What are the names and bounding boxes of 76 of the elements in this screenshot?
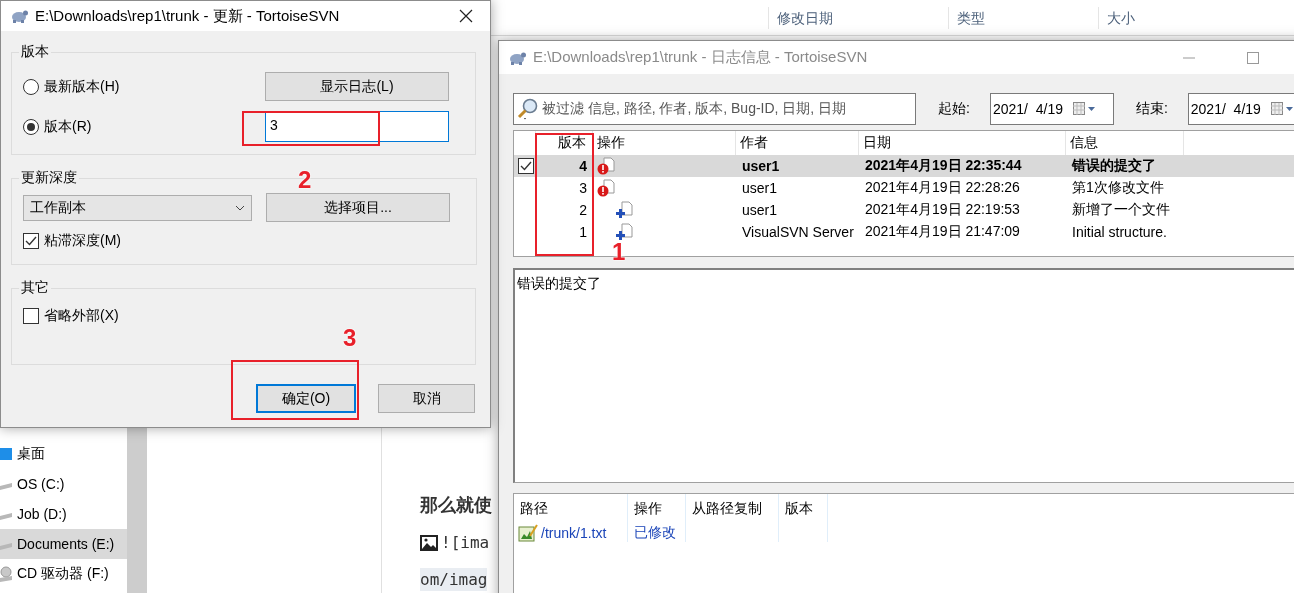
modified-file-icon (597, 157, 615, 175)
window-title: E:\Downloads\rep1\trunk - 日志信息 - TortoiseSVN (533, 48, 869, 67)
group-title: 版本 (20, 43, 50, 61)
group-title: 其它 (20, 279, 50, 297)
added-file-icon (615, 223, 633, 241)
heading: 那么就使 (420, 494, 492, 517)
table-cell-text: 2021年4月19日 21:47:09 (864, 223, 1021, 241)
table-cell-text: 2021年4月19日 22:19:53 (864, 201, 1021, 219)
desktop-icon (0, 447, 12, 461)
table-cell-text: 2021年4月19日 22:28:26 (864, 179, 1021, 197)
image-icon (420, 534, 438, 551)
table-cell-text: VisualSVN Server (741, 224, 855, 240)
nav-item[interactable]: 桌面 (0, 439, 127, 469)
date-picker[interactable]: 2021/ 4/19 (1187, 93, 1294, 125)
message-text: 错误的提交了 (517, 275, 601, 291)
table-cell-text: 错误的提交了 (1070, 157, 1157, 175)
checkbox[interactable]: 粘滞深度(M) (23, 232, 252, 250)
ok-button[interactable]: 确定(O) (256, 384, 356, 413)
checkbox[interactable]: 省略外部(X) (23, 307, 449, 325)
column-header: 版本 (779, 494, 828, 524)
modified-file-icon (597, 179, 615, 197)
step-number: 3 (343, 324, 357, 352)
image-link-line: ![ima (420, 531, 490, 554)
table-cell-text: Initial structure. (1071, 224, 1168, 240)
table-cell-text: user1 (741, 158, 781, 174)
nav-item[interactable]: OS (C:) (0, 469, 127, 499)
turtle-icon (9, 8, 29, 24)
column-header: 从路径复制 (686, 494, 779, 524)
column-header: 修改日期 (768, 6, 948, 29)
search-icon (516, 97, 540, 121)
table-cell-text: 2 (578, 202, 588, 218)
table-cell-text: 4 (578, 158, 588, 174)
table-cell-text: 1 (578, 224, 588, 240)
window-title: E:\Downloads\rep1\trunk - 更新 - TortoiseSVN (35, 6, 341, 26)
revision-row[interactable]: 2 user1 2021年4月19日 22:19:53 新增了一个文件 (514, 199, 1294, 221)
table-cell: 已修改 (628, 524, 686, 542)
nav-item[interactable]: CD 驱动器 (F:) (0, 559, 127, 589)
checkbox[interactable] (518, 158, 534, 174)
calendar-icon (1270, 102, 1294, 116)
added-file-icon (615, 201, 633, 219)
nav-item[interactable]: Job (D:) (0, 499, 127, 529)
nav-item[interactable]: Documents (E:) (0, 529, 127, 559)
table-cell-text: 新增了一个文件 (1071, 201, 1171, 219)
revision-row[interactable]: 4 user1 2021年4月19日 22:35:44 错误的提交了 (514, 155, 1294, 177)
table-cell-text: user1 (741, 202, 779, 218)
table-cell-text: 2021年4月19日 22:35:44 (864, 157, 1023, 175)
maximize-button[interactable] (1247, 51, 1259, 64)
revision-field[interactable]: 3 (265, 111, 449, 142)
show-log-button[interactable]: 显示日志(L) (265, 72, 449, 101)
depth-select[interactable]: 工作副本 (23, 194, 252, 221)
revision-row[interactable]: 3 user1 2021年4月19日 22:28:26 第1次修改文件 (514, 177, 1294, 199)
table-cell-text: user1 (741, 180, 779, 196)
date-picker[interactable]: 2021/ 4/19 (989, 93, 1114, 125)
group-title: 更新深度 (20, 169, 78, 187)
cancel-button[interactable]: 取消 (378, 384, 475, 413)
filter-field[interactable]: 被过滤 信息, 路径, 作者, 版本, Bug-ID, 日期, 日期 (513, 93, 916, 125)
path-link[interactable]: /trunk/1.txt (541, 525, 607, 541)
radio-button[interactable]: 版本(R) (23, 117, 251, 136)
radio-button[interactable]: 最新版本(H) (23, 77, 251, 96)
calendar-icon (1072, 102, 1097, 116)
table-cell-text: 第1次修改文件 (1071, 179, 1165, 197)
checkmark-icon (520, 161, 532, 171)
file-icon (518, 524, 538, 542)
column-header: 大小 (1098, 6, 1294, 29)
column-header: 操作 (628, 494, 686, 524)
chevron-icon (235, 204, 245, 211)
disc-icon (0, 566, 12, 582)
column-header: 类型 (947, 6, 1099, 29)
date-label: 结束: (1135, 100, 1168, 118)
choose-items-button[interactable]: 选择项目... (266, 193, 450, 222)
step-number: 2 (298, 166, 312, 194)
close-button[interactable] (459, 9, 473, 23)
table-cell-text: 3 (578, 180, 588, 196)
checkmark-icon (25, 236, 37, 246)
column-header: 路径 (514, 494, 628, 524)
date-label: 起始: (938, 100, 970, 118)
